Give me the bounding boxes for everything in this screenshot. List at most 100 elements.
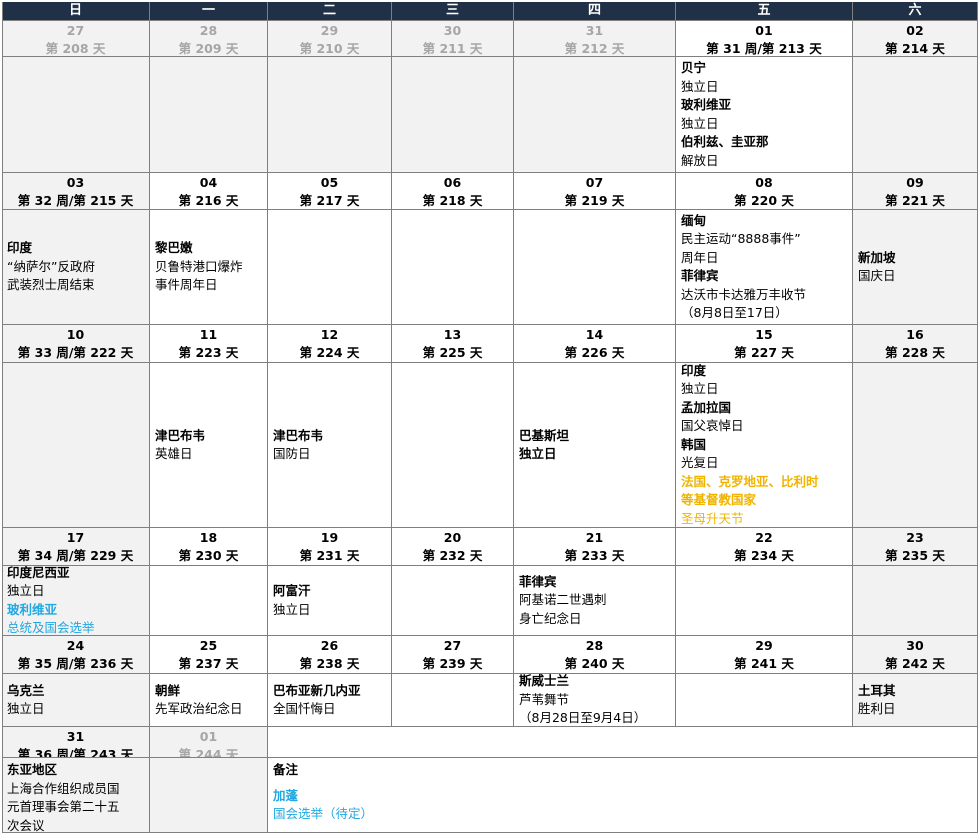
- event-cell[interactable]: [392, 57, 514, 173]
- day-number-cell[interactable]: 04 第 216 天: [150, 173, 268, 210]
- event-cell[interactable]: [853, 363, 978, 528]
- day-number: 08: [755, 175, 773, 190]
- day-number: 24: [66, 638, 85, 653]
- day-number-cell[interactable]: 23 第 235 天: [853, 528, 978, 566]
- day-number-cell[interactable]: 15 第 227 天: [676, 325, 853, 363]
- event-cell[interactable]: 缅甸 民主运动“8888事件” 周年日 菲律宾 达沃市卡达雅万丰收节 （8月8日至17日）: [676, 210, 853, 325]
- event-country: 伯利兹、圭亚那: [681, 134, 769, 149]
- day-number-cell[interactable]: 01 第 31 周/第 213 天: [676, 21, 853, 57]
- day-number: 27: [66, 23, 85, 38]
- day-number: 19: [320, 530, 339, 545]
- day-number-cell[interactable]: 11 第 223 天: [150, 325, 268, 363]
- day-number-cell[interactable]: 22 第 234 天: [676, 528, 853, 566]
- event-cell[interactable]: 斯威士兰 芦苇舞节 （8月28日至9月4日）: [514, 674, 676, 727]
- day-number-cell[interactable]: 24 第 35 周/第 236 天: [2, 636, 150, 674]
- day-number-cell[interactable]: 19 第 231 天: [268, 528, 392, 566]
- event-cell[interactable]: 阿富汗 独立日: [268, 566, 392, 636]
- event-cell[interactable]: [514, 210, 676, 325]
- week-day-count: 第 36 周/第 243 天: [17, 746, 134, 758]
- event-cell[interactable]: 巴基斯坦 独立日: [514, 363, 676, 528]
- event-cell[interactable]: 新加坡 国庆日: [853, 210, 978, 325]
- event-cell[interactable]: [676, 566, 853, 636]
- event-cell[interactable]: [392, 210, 514, 325]
- day-number-cell[interactable]: 05 第 217 天: [268, 173, 392, 210]
- event-detail: “纳萨尔”反政府: [7, 258, 95, 274]
- event-detail: 独立日: [681, 115, 719, 131]
- event-cell[interactable]: [268, 210, 392, 325]
- notes-panel: 备注 加蓬 国会选举（待定）: [268, 758, 978, 833]
- day-number-cell[interactable]: 29 第 210 天: [268, 21, 392, 57]
- day-number-cell[interactable]: 12 第 224 天: [268, 325, 392, 363]
- day-number-cell[interactable]: 28 第 209 天: [150, 21, 268, 57]
- event-cell[interactable]: 印度尼西亚 独立日 玻利维亚 总统及国会选举: [2, 566, 150, 636]
- event-cell[interactable]: 津巴布韦 英雄日: [150, 363, 268, 528]
- event-cell[interactable]: [2, 57, 150, 173]
- event-detail: 独立日: [681, 78, 719, 94]
- day-number-cell[interactable]: 18 第 230 天: [150, 528, 268, 566]
- day-number: 31: [66, 729, 85, 744]
- day-number-cell[interactable]: 17 第 34 周/第 229 天: [2, 528, 150, 566]
- event-cell[interactable]: [853, 566, 978, 636]
- event-cell[interactable]: 印度 “纳萨尔”反政府 武装烈士周结束: [2, 210, 150, 325]
- event-cell[interactable]: 津巴布韦 国防日: [268, 363, 392, 528]
- day-number-cell[interactable]: 25 第 237 天: [150, 636, 268, 674]
- event-cell[interactable]: 乌克兰 独立日: [2, 674, 150, 727]
- event-cell[interactable]: 朝鲜 先军政治纪念日: [150, 674, 268, 727]
- day-number-cell[interactable]: 30 第 242 天: [853, 636, 978, 674]
- day-number-cell[interactable]: 06 第 218 天: [392, 173, 514, 210]
- day-number-cell[interactable]: 02 第 214 天: [853, 21, 978, 57]
- day-number-cell[interactable]: 20 第 232 天: [392, 528, 514, 566]
- day-number-cell[interactable]: 14 第 226 天: [514, 325, 676, 363]
- event-cell[interactable]: [268, 57, 392, 173]
- week-day-count: 第 214 天: [885, 40, 945, 56]
- week-day-count: 第 233 天: [564, 547, 625, 563]
- day-number-cell[interactable]: 03 第 32 周/第 215 天: [2, 173, 150, 210]
- event-cell[interactable]: [514, 57, 676, 173]
- event-cell[interactable]: [392, 363, 514, 528]
- day-number-cell[interactable]: 21 第 233 天: [514, 528, 676, 566]
- week-day-count: 第 224 天: [299, 344, 360, 360]
- day-number-cell[interactable]: 13 第 225 天: [392, 325, 514, 363]
- day-number-cell[interactable]: 27 第 208 天: [2, 21, 150, 57]
- day-number-cell[interactable]: 16 第 228 天: [853, 325, 978, 363]
- week-day-count: 第 235 天: [885, 547, 945, 563]
- day-number-cell[interactable]: 29 第 241 天: [676, 636, 853, 674]
- week-day-count: 第 234 天: [734, 547, 794, 563]
- day-number-cell[interactable]: 31 第 36 周/第 243 天: [2, 727, 150, 758]
- day-number-cell[interactable]: 01 第 244 天: [150, 727, 268, 758]
- event-cell[interactable]: 土耳其 胜利日: [853, 674, 978, 727]
- event-cell[interactable]: 巴布亚新几内亚 全国忏悔日: [268, 674, 392, 727]
- event-cell[interactable]: 贝宁 独立日 玻利维亚 独立日 伯利兹、圭亚那 解放日: [676, 57, 853, 173]
- day-number-cell[interactable]: 26 第 238 天: [268, 636, 392, 674]
- event-detail: 周年日: [681, 249, 719, 265]
- day-number-cell[interactable]: 09 第 221 天: [853, 173, 978, 210]
- event-cell[interactable]: [150, 57, 268, 173]
- day-number: 29: [755, 638, 773, 653]
- event-detail: 光复日: [681, 455, 719, 471]
- day-number-cell[interactable]: 30 第 211 天: [392, 21, 514, 57]
- week-day-count: 第 241 天: [734, 655, 794, 671]
- day-number-cell[interactable]: 28 第 240 天: [514, 636, 676, 674]
- day-number-cell[interactable]: 08 第 220 天: [676, 173, 853, 210]
- day-number: 18: [199, 530, 218, 545]
- event-cell[interactable]: [392, 674, 514, 727]
- day-number: 07: [585, 175, 604, 190]
- event-cell[interactable]: [150, 758, 268, 833]
- event-country: 缅甸: [681, 212, 707, 228]
- week-day-count: 第 227 天: [734, 344, 794, 360]
- day-number-cell[interactable]: 31 第 212 天: [514, 21, 676, 57]
- event-cell[interactable]: 印度 独立日 孟加拉国 国父哀悼日 韩国 光复日 法国、克罗地亚、比利时 等基督教国家 圣母升天…: [676, 363, 853, 528]
- event-cell[interactable]: [676, 674, 853, 727]
- event-cell[interactable]: [150, 566, 268, 636]
- event-cell[interactable]: 黎巴嫩 贝鲁特港口爆炸 事件周年日: [150, 210, 268, 325]
- event-cell[interactable]: [853, 57, 978, 173]
- event-cell[interactable]: [392, 566, 514, 636]
- day-number-cell[interactable]: 07 第 219 天: [514, 173, 676, 210]
- event-cell[interactable]: 东亚地区 上海合作组织成员国 元首理事会第二十五 次会议: [2, 758, 150, 833]
- day-number-cell[interactable]: 27 第 239 天: [392, 636, 514, 674]
- event-cell[interactable]: [2, 363, 150, 528]
- day-number-cell[interactable]: 10 第 33 周/第 222 天: [2, 325, 150, 363]
- day-number: 16: [906, 327, 924, 342]
- event-detail: 阿基诺二世遇刺: [519, 592, 607, 608]
- event-cell[interactable]: 菲律宾 阿基诺二世遇刺 身亡纪念日: [514, 566, 676, 636]
